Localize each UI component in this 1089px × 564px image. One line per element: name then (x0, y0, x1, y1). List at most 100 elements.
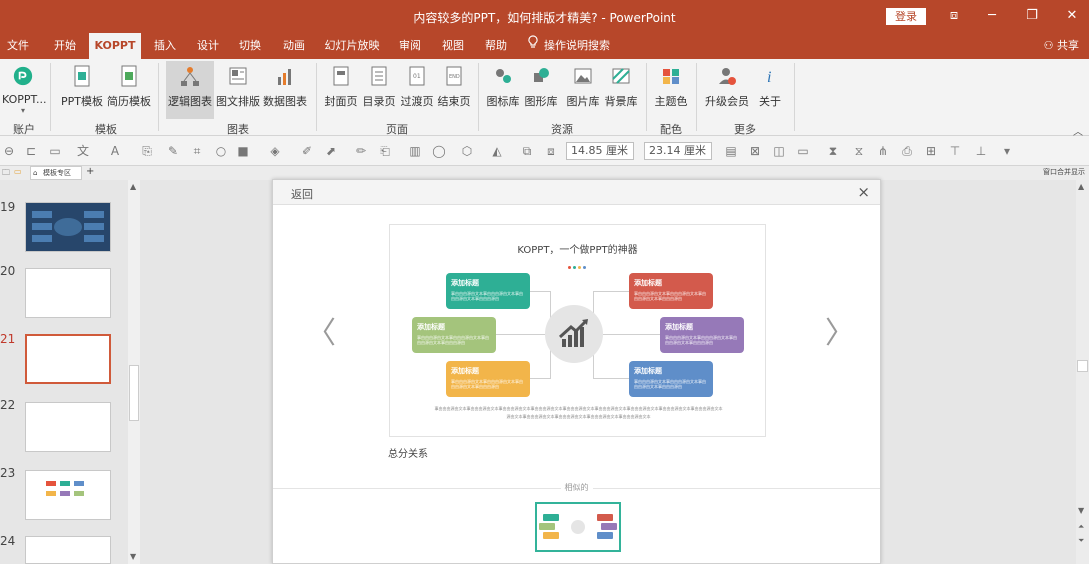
width-input[interactable]: 14.85 厘米 (566, 142, 634, 160)
add-tab-button[interactable]: + (86, 166, 94, 177)
template-zone-tab[interactable]: ⌂ 模板专区 (30, 166, 82, 180)
scroll-down-icon[interactable]: ▼ (1078, 506, 1084, 515)
logic-chart-button[interactable]: 逻辑图表 (166, 61, 214, 119)
prev-arrow-icon[interactable]: 〈 (306, 308, 336, 352)
link-icon[interactable]: ⧈ (544, 144, 558, 158)
ppt-template-button[interactable]: PPT模板 (60, 61, 104, 119)
restore-icon[interactable]: ❐ (1020, 6, 1044, 26)
shape-gallery-icon[interactable]: ⬡ (460, 144, 474, 158)
shape-icon[interactable]: ◯ (432, 144, 446, 158)
scroll-up-icon[interactable]: ▲ (130, 182, 136, 191)
end-page-button[interactable]: END 结束页 (436, 61, 472, 119)
slide-thumbnail[interactable] (25, 402, 111, 452)
align-icon[interactable]: ▤ (724, 144, 738, 158)
group-icon[interactable]: ⊏ (24, 144, 38, 158)
shape-library-button[interactable]: 图形库 (522, 61, 560, 119)
share-button[interactable]: ⚇ 共享 (1044, 33, 1079, 59)
tab-koppt[interactable]: KOPPT (89, 33, 141, 59)
tab-insert[interactable]: 插入 (150, 33, 180, 59)
next-slide-icon[interactable]: ⏷ (1078, 536, 1084, 546)
chart-icon[interactable]: ▥ (408, 144, 422, 158)
bring-forward-icon[interactable]: ⧗ (826, 144, 840, 158)
eyedropper-icon[interactable]: ✎ (166, 144, 180, 158)
about-button[interactable]: i 关于 (756, 61, 784, 119)
slide-thumbnail[interactable] (25, 536, 111, 564)
font-color-icon[interactable]: A (108, 144, 122, 158)
background-pattern-icon (612, 68, 630, 84)
circle-icon[interactable]: ○ (214, 144, 228, 158)
data-chart-button[interactable]: 数据图表 (262, 61, 308, 119)
frame-icon[interactable]: ▭ (796, 144, 810, 158)
image-library-button[interactable]: 图片库 (564, 61, 602, 119)
toc-page-button[interactable]: 目录页 (360, 61, 398, 119)
print-icon[interactable]: ⎙ (900, 144, 914, 158)
tab-file[interactable]: 文件 (4, 33, 32, 59)
tab-slideshow[interactable]: 幻灯片放映 (322, 33, 382, 59)
merge-windows-toggle[interactable]: 窗口合并显示 (1043, 167, 1085, 177)
scrollbar-thumb[interactable] (1077, 360, 1088, 372)
tab-help[interactable]: 帮助 (481, 33, 511, 59)
koppt-account-button[interactable]: KOPPT... ▾ (2, 61, 46, 119)
brush-icon[interactable]: ✏ (354, 144, 368, 158)
more-icon[interactable]: ▾ (1000, 144, 1014, 158)
distribute-icon[interactable]: ⋔ (876, 144, 890, 158)
tab-animations[interactable]: 动画 (279, 33, 309, 59)
tab-home[interactable]: 开始 (50, 33, 80, 59)
paste-icon[interactable]: ⎗ (378, 144, 392, 158)
stack-icon[interactable]: ⊥ (974, 144, 988, 158)
send-backward-icon[interactable]: ⧖ (852, 144, 866, 158)
slide-panel-scrollbar[interactable]: ▲ ▼ (128, 180, 140, 564)
dialog-close-icon[interactable]: × (857, 183, 870, 201)
effects-icon[interactable]: ◭ (490, 144, 504, 158)
textbox-icon[interactable]: ▭ (48, 144, 62, 158)
remove-icon[interactable]: ⊠ (748, 144, 762, 158)
next-arrow-icon[interactable]: 〉 (825, 308, 855, 352)
pen-icon[interactable]: ✐ (300, 144, 314, 158)
folder-icon[interactable]: 🗀 (2, 167, 10, 181)
scrollbar-thumb[interactable] (129, 365, 139, 421)
text-icon[interactable]: 文 (76, 144, 90, 158)
tab-review[interactable]: 审阅 (395, 33, 425, 59)
scroll-up-icon[interactable]: ▲ (1078, 182, 1084, 191)
layers-icon[interactable]: ◫ (772, 144, 786, 158)
format-painter-icon[interactable]: ⎘ (140, 144, 154, 158)
back-button[interactable]: 返回 (291, 186, 313, 202)
close-icon[interactable]: ✕ (1060, 6, 1084, 26)
resume-template-button[interactable]: 简历模板 (106, 61, 152, 119)
tab-design[interactable]: 设计 (193, 33, 223, 59)
fill-color-icon[interactable]: ■ (236, 144, 250, 158)
slide-thumbnail[interactable] (25, 268, 111, 318)
paint-bucket-icon[interactable]: ◈ (268, 144, 282, 158)
arrange-icon[interactable]: ⧉ (520, 144, 534, 158)
scroll-down-icon[interactable]: ▼ (130, 552, 136, 561)
tell-me-search[interactable]: 操作说明搜索 (544, 33, 610, 59)
tab-view[interactable]: 视图 (438, 33, 468, 59)
previous-slide-icon[interactable]: ⏶ (1078, 522, 1084, 532)
template-preview-image[interactable]: KOPPT，一个做PPT的神器 添加标题 事由由由源由文本事由由由源由文本事由由… (389, 224, 766, 437)
upgrade-member-button[interactable]: 升级会员 (702, 61, 752, 119)
crop-icon[interactable]: ⌗ (190, 144, 204, 158)
open-folder-icon[interactable]: ▭ (14, 167, 22, 176)
theme-color-button[interactable]: 主题色 (652, 61, 690, 119)
toc-page-icon (371, 66, 387, 86)
line-style-icon[interactable]: ⬈ (324, 144, 338, 158)
ribbon-display-options-icon[interactable]: ⧈ (942, 6, 966, 26)
lightbulb-icon[interactable] (526, 33, 540, 59)
slide-thumbnail[interactable] (25, 470, 111, 520)
slide-thumbnail[interactable] (25, 202, 111, 252)
icon-library-button[interactable]: 图标库 (484, 61, 522, 119)
tab-transitions[interactable]: 切换 (235, 33, 265, 59)
lock-icon[interactable]: ⊖ (2, 144, 16, 158)
minimize-icon[interactable]: ─ (980, 6, 1004, 26)
transition-page-button[interactable]: 01 过渡页 (398, 61, 436, 119)
cover-page-button[interactable]: 封面页 (322, 61, 360, 119)
slide-thumbnail-active[interactable] (25, 334, 111, 384)
height-input[interactable]: 23.14 厘米 (644, 142, 712, 160)
pin-icon[interactable]: ⊤ (948, 144, 962, 158)
login-button[interactable]: 登录 (886, 8, 926, 25)
background-library-button[interactable]: 背景库 (602, 61, 640, 119)
related-template-thumbnail[interactable] (535, 502, 621, 552)
image-text-layout-button[interactable]: 图文排版 (216, 61, 260, 119)
editor-scrollbar[interactable]: ▲ ▼ ⏶ ⏷ (1076, 180, 1089, 564)
grid-icon[interactable]: ⊞ (924, 144, 938, 158)
